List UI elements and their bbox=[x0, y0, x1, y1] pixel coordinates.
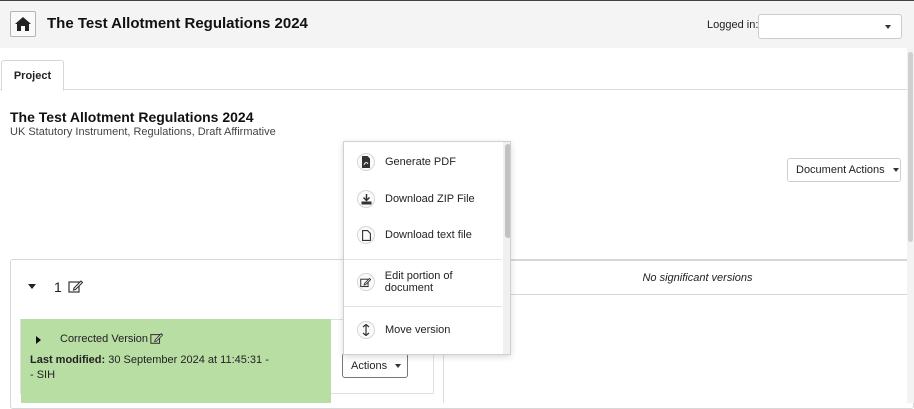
last-modified-value: 30 September 2024 at 11:45:31 - bbox=[108, 354, 269, 366]
tab-project[interactable]: Project bbox=[1, 60, 64, 91]
page-subtitle: UK Statutory Instrument, Regulations, Dr… bbox=[10, 126, 276, 138]
expand-caret-icon[interactable] bbox=[36, 336, 41, 344]
menu-item-label: Download ZIP File bbox=[385, 193, 475, 205]
menu-item-label: Move version bbox=[385, 324, 451, 336]
logged-in-label: Logged in: bbox=[707, 19, 759, 31]
version-name: Corrected Version bbox=[60, 333, 149, 345]
document-actions-button[interactable]: Document Actions bbox=[787, 158, 901, 182]
edit-icon[interactable] bbox=[68, 279, 83, 294]
menu-item-download-text[interactable]: Download text file bbox=[344, 223, 502, 247]
move-vertical-icon bbox=[357, 321, 375, 339]
download-icon bbox=[357, 190, 375, 208]
menu-item-edit-portion[interactable]: Edit portion of document bbox=[344, 270, 502, 294]
edit-icon bbox=[357, 273, 375, 291]
edit-icon[interactable] bbox=[150, 332, 163, 345]
file-icon bbox=[357, 226, 375, 244]
chevron-down-icon bbox=[395, 363, 402, 368]
app-title: The Test Allotment Regulations 2024 bbox=[47, 15, 308, 32]
last-modified-author: - SIH bbox=[30, 369, 56, 381]
page-scrollbar-thumb[interactable] bbox=[908, 52, 913, 242]
collapse-caret-icon[interactable] bbox=[28, 284, 36, 289]
version-number: 1 bbox=[54, 279, 62, 295]
menu-item-label: Edit portion of document bbox=[384, 270, 453, 294]
page-title: The Test Allotment Regulations 2024 bbox=[10, 109, 254, 125]
actions-menu: Generate PDF Download ZIP File Download … bbox=[343, 141, 511, 355]
logged-in-select[interactable] bbox=[758, 14, 902, 39]
no-significant-versions: No significant versions bbox=[484, 260, 911, 295]
next-version-highlight bbox=[21, 393, 331, 403]
chevron-down-icon bbox=[892, 168, 899, 172]
menu-item-generate-pdf[interactable]: Generate PDF bbox=[344, 150, 502, 174]
pdf-file-icon bbox=[357, 153, 375, 171]
menu-divider bbox=[344, 306, 502, 307]
menu-item-move-version[interactable]: Move version bbox=[344, 318, 502, 342]
last-modified: Last modified: 30 September 2024 at 11:4… bbox=[30, 353, 270, 383]
menu-item-download-zip[interactable]: Download ZIP File bbox=[344, 187, 502, 211]
actions-button[interactable]: Actions bbox=[342, 353, 408, 378]
menu-divider bbox=[344, 259, 502, 260]
tab-strip: Project bbox=[0, 48, 914, 91]
document-actions-label: Document Actions bbox=[796, 164, 885, 176]
actions-label: Actions bbox=[351, 359, 388, 372]
top-bar: The Test Allotment Regulations 2024 Logg… bbox=[0, 0, 914, 48]
home-button[interactable] bbox=[10, 11, 36, 37]
chevron-down-icon bbox=[885, 25, 891, 29]
home-icon bbox=[15, 17, 31, 31]
menu-scrollbar-thumb[interactable] bbox=[505, 144, 510, 238]
last-modified-label: Last modified: bbox=[30, 354, 106, 366]
menu-item-label: Generate PDF bbox=[385, 156, 456, 168]
menu-item-label: Download text file bbox=[385, 229, 472, 241]
